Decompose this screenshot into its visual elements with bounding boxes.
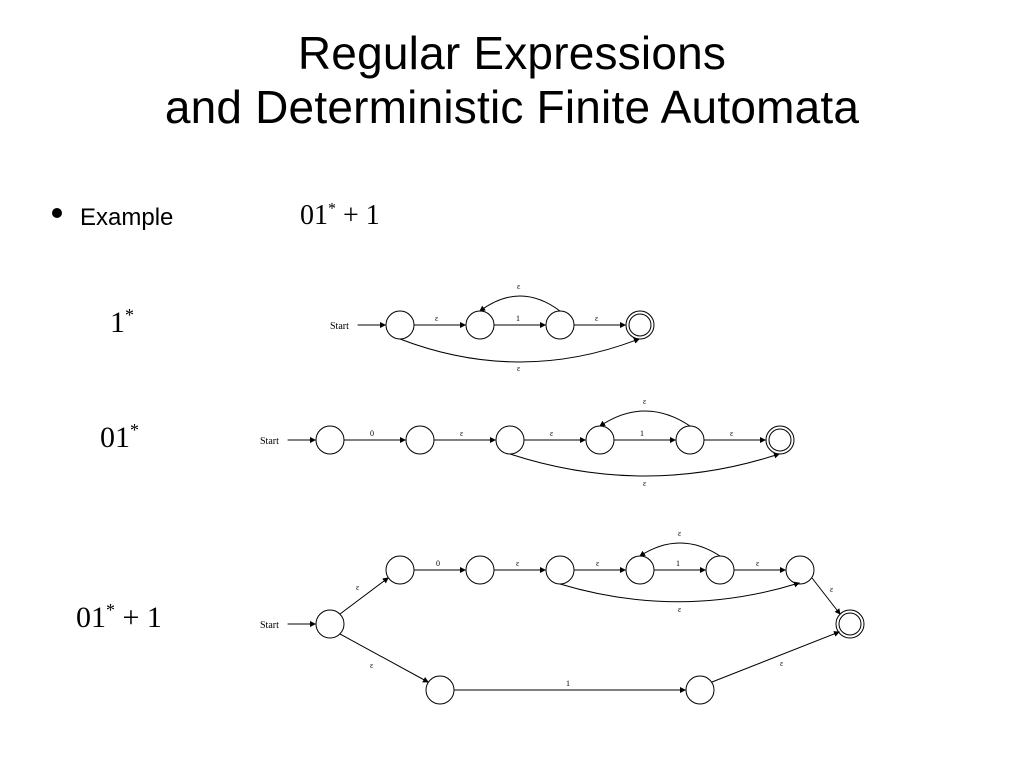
eps-2: ε [595, 314, 599, 323]
eps-1: ε [435, 314, 439, 323]
label-zero-one-star: 01* [100, 420, 139, 455]
top-expression: 01* + 1 [300, 200, 380, 232]
title-line-1: Regular Expressions [298, 27, 726, 79]
l-eps-join: ε [780, 659, 784, 668]
start-label: Start [330, 321, 349, 332]
automaton-union: Start ε ε 0 ε ε 1 ε ε ε ε 1 ε [260, 520, 880, 730]
eps-b: ε [550, 429, 554, 438]
eps-a: ε [460, 429, 464, 438]
eps-bot2: ε [643, 479, 647, 488]
start-label-3: Start [260, 620, 279, 631]
bullet-dot-icon [52, 208, 62, 218]
eps-top: ε [517, 282, 521, 291]
sym-1: 1 [516, 314, 520, 323]
u-1: 1 [676, 559, 680, 568]
label-one-star: 1* [110, 305, 134, 340]
automaton-zero-one-star: Start 0 ε ε 1 ε ε ε [260, 390, 820, 490]
title-line-2: and Deterministic Finite Automata [165, 81, 859, 133]
u-0: 0 [436, 559, 440, 568]
sym1: 1 [640, 429, 644, 438]
eps-l1: ε [370, 661, 374, 670]
u-eps-join: ε [830, 585, 834, 594]
l-1: 1 [566, 679, 570, 688]
u-eps-bot: ε [678, 605, 682, 614]
sym0: 0 [370, 429, 374, 438]
bullet-row: Example [52, 204, 173, 232]
u-e3: ε [756, 559, 760, 568]
u-e2: ε [596, 559, 600, 568]
eps-c: ε [730, 429, 734, 438]
eps-top2: ε [643, 397, 647, 406]
eps-u1: ε [356, 583, 360, 592]
u-e1: ε [516, 559, 520, 568]
automaton-one-star: Start ε 1 ε ε ε [330, 275, 690, 375]
start-label-2: Start [260, 436, 279, 447]
u-eps-top: ε [678, 529, 682, 538]
eps-bot: ε [517, 364, 521, 373]
slide-title: Regular Expressions and Deterministic Fi… [0, 26, 1024, 135]
label-zero-one-star-plus-one: 01* + 1 [76, 600, 162, 635]
bullet-label: Example [80, 204, 173, 232]
